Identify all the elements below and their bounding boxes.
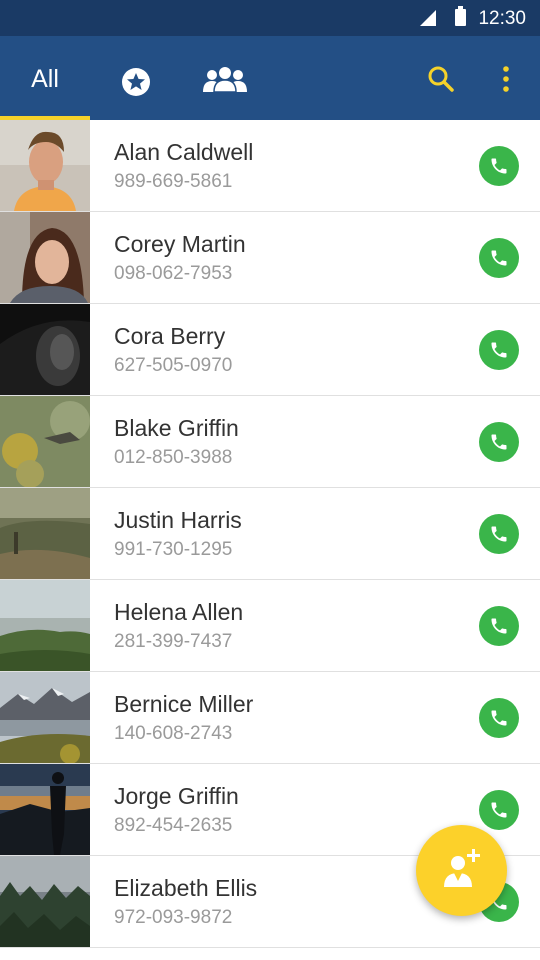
phone-icon	[491, 158, 507, 174]
contact-phone: 972-093-9872	[114, 907, 233, 928]
contact-row[interactable]: Alan Caldwell 989-669-5861	[0, 120, 540, 212]
contact-name: Blake Griffin	[114, 415, 239, 441]
call-button[interactable]	[479, 146, 519, 186]
contact-name: Helena Allen	[114, 599, 244, 625]
tab-all[interactable]: All	[0, 36, 90, 120]
call-button[interactable]	[479, 422, 519, 462]
add-contact-button[interactable]	[416, 825, 507, 916]
contact-row[interactable]: Justin Harris 991-730-1295	[0, 488, 540, 580]
contact-name: Alan Caldwell	[114, 139, 254, 165]
contact-phone: 627-505-0970	[114, 355, 233, 376]
contact-avatar	[0, 856, 90, 947]
contact-name: Jorge Griffin	[114, 783, 239, 809]
tab-groups[interactable]	[202, 66, 248, 96]
contact-phone: 989-669-5861	[114, 171, 233, 192]
contact-row[interactable]: Bernice Miller 140-608-2743	[0, 672, 540, 764]
contact-name: Elizabeth Ellis	[114, 875, 258, 901]
search-button[interactable]	[426, 64, 456, 94]
overflow-menu-button[interactable]	[494, 64, 518, 94]
phone-icon	[491, 434, 507, 450]
contact-row[interactable]: Blake Griffin 012-850-3988	[0, 396, 540, 488]
contact-avatar	[0, 672, 90, 763]
contact-phone: 140-608-2743	[114, 723, 233, 744]
contact-phone: 991-730-1295	[114, 539, 233, 560]
contact-phone: 012-850-3988	[114, 447, 233, 468]
phone-icon	[491, 250, 507, 266]
contact-list: Alan Caldwell 989-669-5861 Corey Martin …	[0, 120, 540, 948]
phone-icon	[491, 342, 507, 358]
contact-avatar	[0, 488, 90, 579]
contact-avatar	[0, 764, 90, 855]
contact-avatar	[0, 580, 90, 671]
tab-favorites[interactable]	[120, 66, 152, 98]
star-icon	[122, 68, 150, 96]
contact-avatar	[0, 120, 90, 211]
call-button[interactable]	[479, 330, 519, 370]
call-button[interactable]	[479, 698, 519, 738]
status-bar: 12:30	[0, 0, 540, 36]
contact-row[interactable]: Corey Martin 098-062-7953	[0, 212, 540, 304]
call-button[interactable]	[479, 514, 519, 554]
signal-icon	[420, 10, 436, 26]
phone-icon	[491, 618, 507, 634]
contact-phone: 281-399-7437	[114, 631, 233, 652]
contact-row[interactable]: Helena Allen 281-399-7437	[0, 580, 540, 672]
contact-phone: 892-454-2635	[114, 815, 233, 836]
contact-avatar	[0, 304, 90, 395]
contact-phone: 098-062-7953	[114, 263, 233, 284]
phone-icon	[491, 802, 507, 818]
call-button[interactable]	[479, 790, 519, 830]
contact-name: Justin Harris	[114, 507, 242, 533]
call-button[interactable]	[479, 238, 519, 278]
battery-icon	[455, 6, 466, 26]
contact-avatar	[0, 396, 90, 487]
overflow-menu-icon	[503, 66, 509, 92]
contact-avatar	[0, 212, 90, 303]
phone-icon	[491, 710, 507, 726]
contact-row[interactable]: Cora Berry 627-505-0970	[0, 304, 540, 396]
contact-name: Corey Martin	[114, 231, 246, 257]
contact-name: Bernice Miller	[114, 691, 254, 717]
search-icon	[428, 66, 454, 92]
contact-name: Cora Berry	[114, 323, 226, 349]
tab-all-label: All	[31, 65, 59, 93]
phone-icon	[491, 526, 507, 542]
call-button[interactable]	[479, 606, 519, 646]
add-contact-icon	[444, 849, 480, 887]
status-time: 12:30	[478, 8, 526, 29]
app-toolbar: All	[0, 36, 540, 120]
groups-icon	[203, 67, 247, 93]
